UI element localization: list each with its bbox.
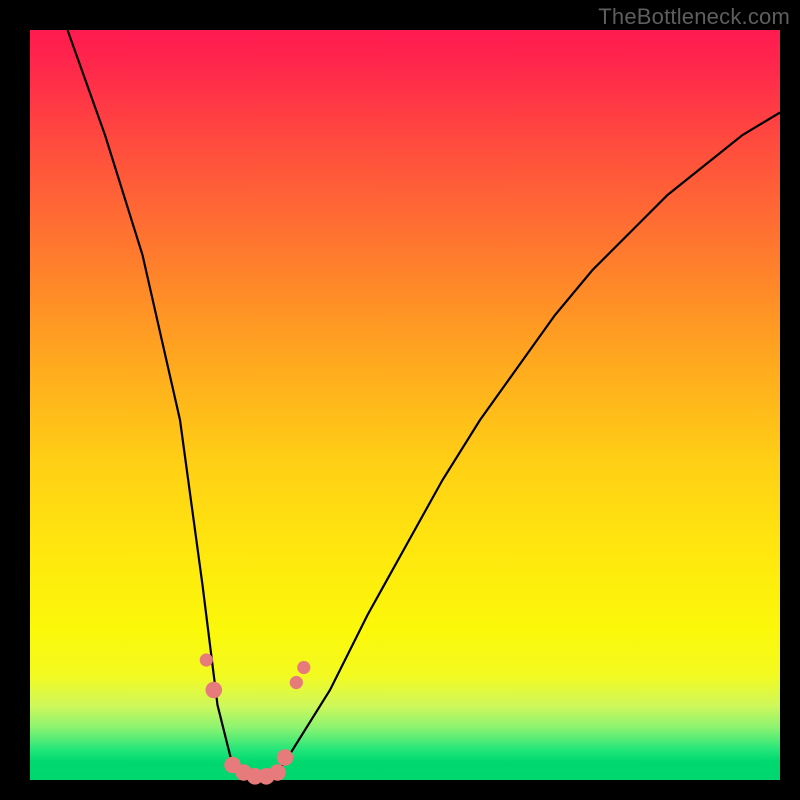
curve-markers: [200, 653, 311, 784]
curve-marker: [269, 764, 286, 781]
curve-marker: [200, 653, 213, 666]
bottleneck-curve: [68, 30, 781, 780]
curve-marker: [277, 749, 294, 766]
attribution-label: TheBottleneck.com: [598, 4, 790, 30]
chart-frame: TheBottleneck.com: [0, 0, 800, 800]
curve-marker: [290, 676, 303, 689]
curve-marker: [297, 661, 310, 674]
curve-marker: [206, 682, 223, 699]
chart-svg: [30, 30, 780, 780]
chart-plot-area: [30, 30, 780, 780]
